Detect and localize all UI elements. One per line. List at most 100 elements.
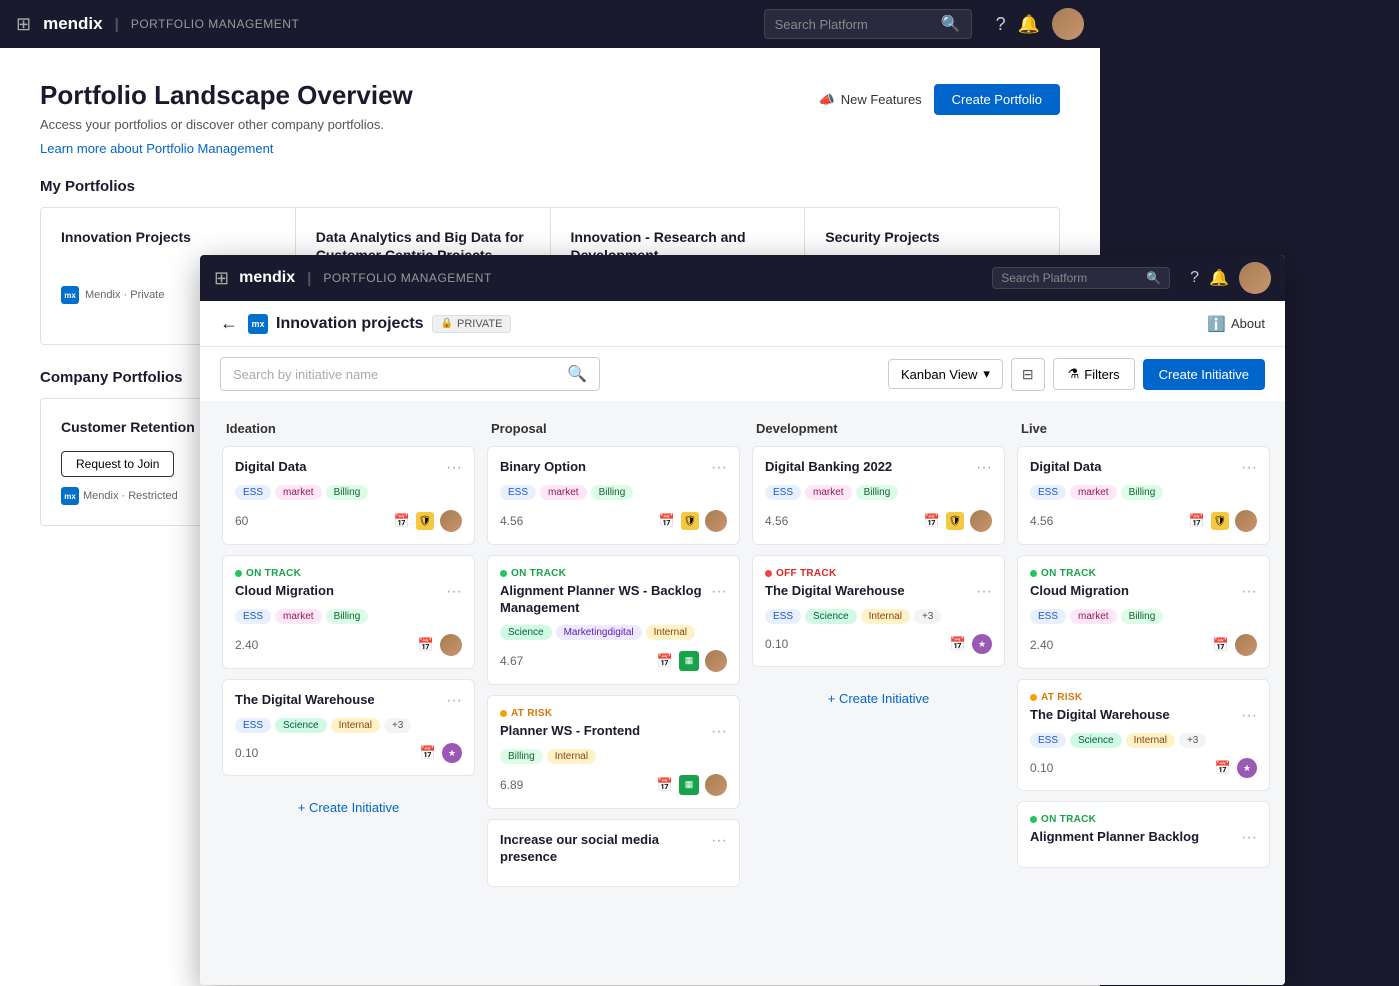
tag-ess: ESS: [1030, 609, 1066, 624]
back-button[interactable]: ←: [220, 313, 238, 334]
card-menu-icon[interactable]: ···: [1241, 829, 1257, 847]
view-select[interactable]: Kanban View ▾: [888, 359, 1003, 389]
create-initiative-link-dev[interactable]: + Create Initiative: [752, 677, 1005, 720]
tag-market: market: [540, 485, 587, 500]
tag-market: market: [275, 609, 322, 624]
mx-badge-0: mx: [61, 487, 79, 505]
card-digital-banking[interactable]: Digital Banking 2022 ··· ESS market Bill…: [752, 446, 1005, 545]
filters-button[interactable]: ⚗ Filters: [1053, 358, 1135, 390]
info-icon: ℹ️: [1207, 315, 1226, 333]
card-menu-icon[interactable]: ···: [711, 583, 727, 601]
status-dot: [765, 570, 772, 577]
calendar-icon: 📅: [657, 777, 673, 793]
card-menu-icon[interactable]: ···: [446, 583, 462, 601]
card-menu-icon[interactable]: ···: [1241, 707, 1257, 725]
status-label: ON TRACK: [511, 568, 566, 579]
status-dot: [1030, 570, 1037, 577]
grid-icon[interactable]: ⊞: [16, 14, 31, 35]
fg-search-input[interactable]: [1001, 271, 1141, 285]
card-actions: 📅 ▦: [657, 650, 727, 672]
tag-market: market: [1070, 485, 1117, 500]
create-initiative-button[interactable]: Create Initiative: [1143, 359, 1265, 390]
fg-search-icon: 🔍: [1146, 271, 1161, 285]
green-grid-icon: ▦: [679, 775, 699, 795]
card-digital-warehouse-ideation[interactable]: The Digital Warehouse ··· ESS Science In…: [222, 679, 475, 776]
card-tags: ESS market Billing: [235, 609, 462, 624]
about-button[interactable]: ℹ️ About: [1207, 315, 1265, 333]
card-menu-icon[interactable]: ···: [1241, 583, 1257, 601]
card-planner-frontend[interactable]: AT RISK Planner WS - Frontend ··· Billin…: [487, 695, 740, 809]
request-join-button[interactable]: Request to Join: [61, 451, 174, 477]
card-digital-warehouse-live[interactable]: AT RISK The Digital Warehouse ··· ESS Sc…: [1017, 679, 1270, 791]
fg-help-icon[interactable]: ?: [1190, 269, 1199, 287]
card-menu-icon[interactable]: ···: [1241, 459, 1257, 477]
tag-market: market: [805, 485, 852, 500]
card-digital-data-live[interactable]: Digital Data ··· ESS market Billing 4.56…: [1017, 446, 1270, 545]
card-cloud-migration-live[interactable]: ON TRACK Cloud Migration ··· ESS market …: [1017, 555, 1270, 669]
card-binary-option[interactable]: Binary Option ··· ESS market Billing 4.5…: [487, 446, 740, 545]
fg-bell-icon[interactable]: 🔔: [1209, 268, 1229, 288]
calendar-icon: 📅: [924, 513, 940, 529]
layout-icon-button[interactable]: ⊟: [1011, 358, 1045, 391]
tag-billing: Billing: [500, 749, 543, 764]
create-initiative-link-ideation[interactable]: + Create Initiative: [222, 786, 475, 829]
project-title-area: Innovation projects 🔒 PRIVATE: [276, 315, 511, 333]
new-features-button[interactable]: 📣 New Features: [819, 92, 922, 108]
bg-search-box[interactable]: 🔍: [764, 9, 972, 39]
status-label: ON TRACK: [1041, 568, 1096, 579]
chevron-down-icon: ▾: [983, 366, 990, 382]
purple-icon: ★: [972, 634, 992, 654]
card-title: Increase our social media presence: [500, 832, 711, 866]
portfolio-meta-text-0: Mendix · Private: [85, 289, 164, 301]
card-score: 4.56: [1030, 514, 1053, 528]
tag-internal: Internal: [646, 625, 695, 640]
card-title: Digital Data: [235, 459, 307, 476]
fg-grid-icon[interactable]: ⊞: [214, 268, 229, 289]
bg-search-input[interactable]: [775, 17, 935, 32]
status-dot: [1030, 816, 1037, 823]
card-menu-icon[interactable]: ···: [976, 459, 992, 477]
avatar[interactable]: [1052, 8, 1084, 40]
tag-billing: Billing: [856, 485, 899, 500]
bell-icon[interactable]: 🔔: [1018, 14, 1040, 35]
fg-portfolio-label: PORTFOLIO MANAGEMENT: [323, 271, 491, 285]
card-menu-icon[interactable]: ···: [711, 832, 727, 850]
learn-more-link[interactable]: Learn more about Portfolio Management: [40, 141, 273, 156]
card-tags: ESS Science Internal +3: [1030, 733, 1257, 748]
purple-icon: ★: [442, 743, 462, 763]
help-icon[interactable]: ?: [996, 14, 1006, 35]
initiative-search-box[interactable]: 🔍: [220, 357, 600, 391]
card-footer: 0.10 📅 ★: [1030, 758, 1257, 778]
card-actions: 📅 ★: [950, 634, 992, 654]
create-portfolio-button[interactable]: Create Portfolio: [934, 84, 1060, 115]
card-alignment-planner-proposal[interactable]: ON TRACK Alignment Planner WS - Backlog …: [487, 555, 740, 685]
tag-billing: Billing: [591, 485, 634, 500]
kanban-col-proposal: Proposal Binary Option ··· ESS market Bi…: [481, 413, 746, 967]
col-header-ideation: Ideation: [222, 413, 475, 446]
status-dot: [500, 710, 507, 717]
card-menu-icon[interactable]: ···: [711, 459, 727, 477]
card-alignment-planner-live[interactable]: ON TRACK Alignment Planner Backlog ···: [1017, 801, 1270, 868]
card-social-media[interactable]: Increase our social media presence ···: [487, 819, 740, 887]
card-menu-icon[interactable]: ···: [711, 723, 727, 741]
col-header-development: Development: [752, 413, 1005, 446]
status-label: ON TRACK: [1041, 814, 1096, 825]
card-cloud-migration-ideation[interactable]: ON TRACK Cloud Migration ··· ESS market …: [222, 555, 475, 669]
fg-avatar[interactable]: [1239, 262, 1271, 294]
avatar-icon: [1235, 510, 1257, 532]
card-actions: 📅 🛡: [1189, 510, 1257, 532]
fg-search-box[interactable]: 🔍: [992, 267, 1170, 289]
filter-icon: ⚗: [1068, 366, 1080, 382]
card-menu-icon[interactable]: ···: [446, 692, 462, 710]
card-tags: Science Marketingdigital Internal: [500, 625, 727, 640]
tag-ess: ESS: [765, 485, 801, 500]
tag-science: Science: [805, 609, 857, 624]
initiative-search-input[interactable]: [233, 367, 559, 382]
card-digital-warehouse-dev[interactable]: OFF TRACK The Digital Warehouse ··· ESS …: [752, 555, 1005, 667]
card-digital-data-ideation[interactable]: Digital Data ··· ESS market Billing 60 📅…: [222, 446, 475, 545]
card-menu-icon[interactable]: ···: [446, 459, 462, 477]
kanban-col-live: Live Digital Data ··· ESS market Billing…: [1011, 413, 1276, 967]
card-menu-icon[interactable]: ···: [976, 583, 992, 601]
card-title: Planner WS - Frontend: [500, 723, 640, 740]
fg-nav-icons: ? 🔔: [1190, 262, 1271, 294]
